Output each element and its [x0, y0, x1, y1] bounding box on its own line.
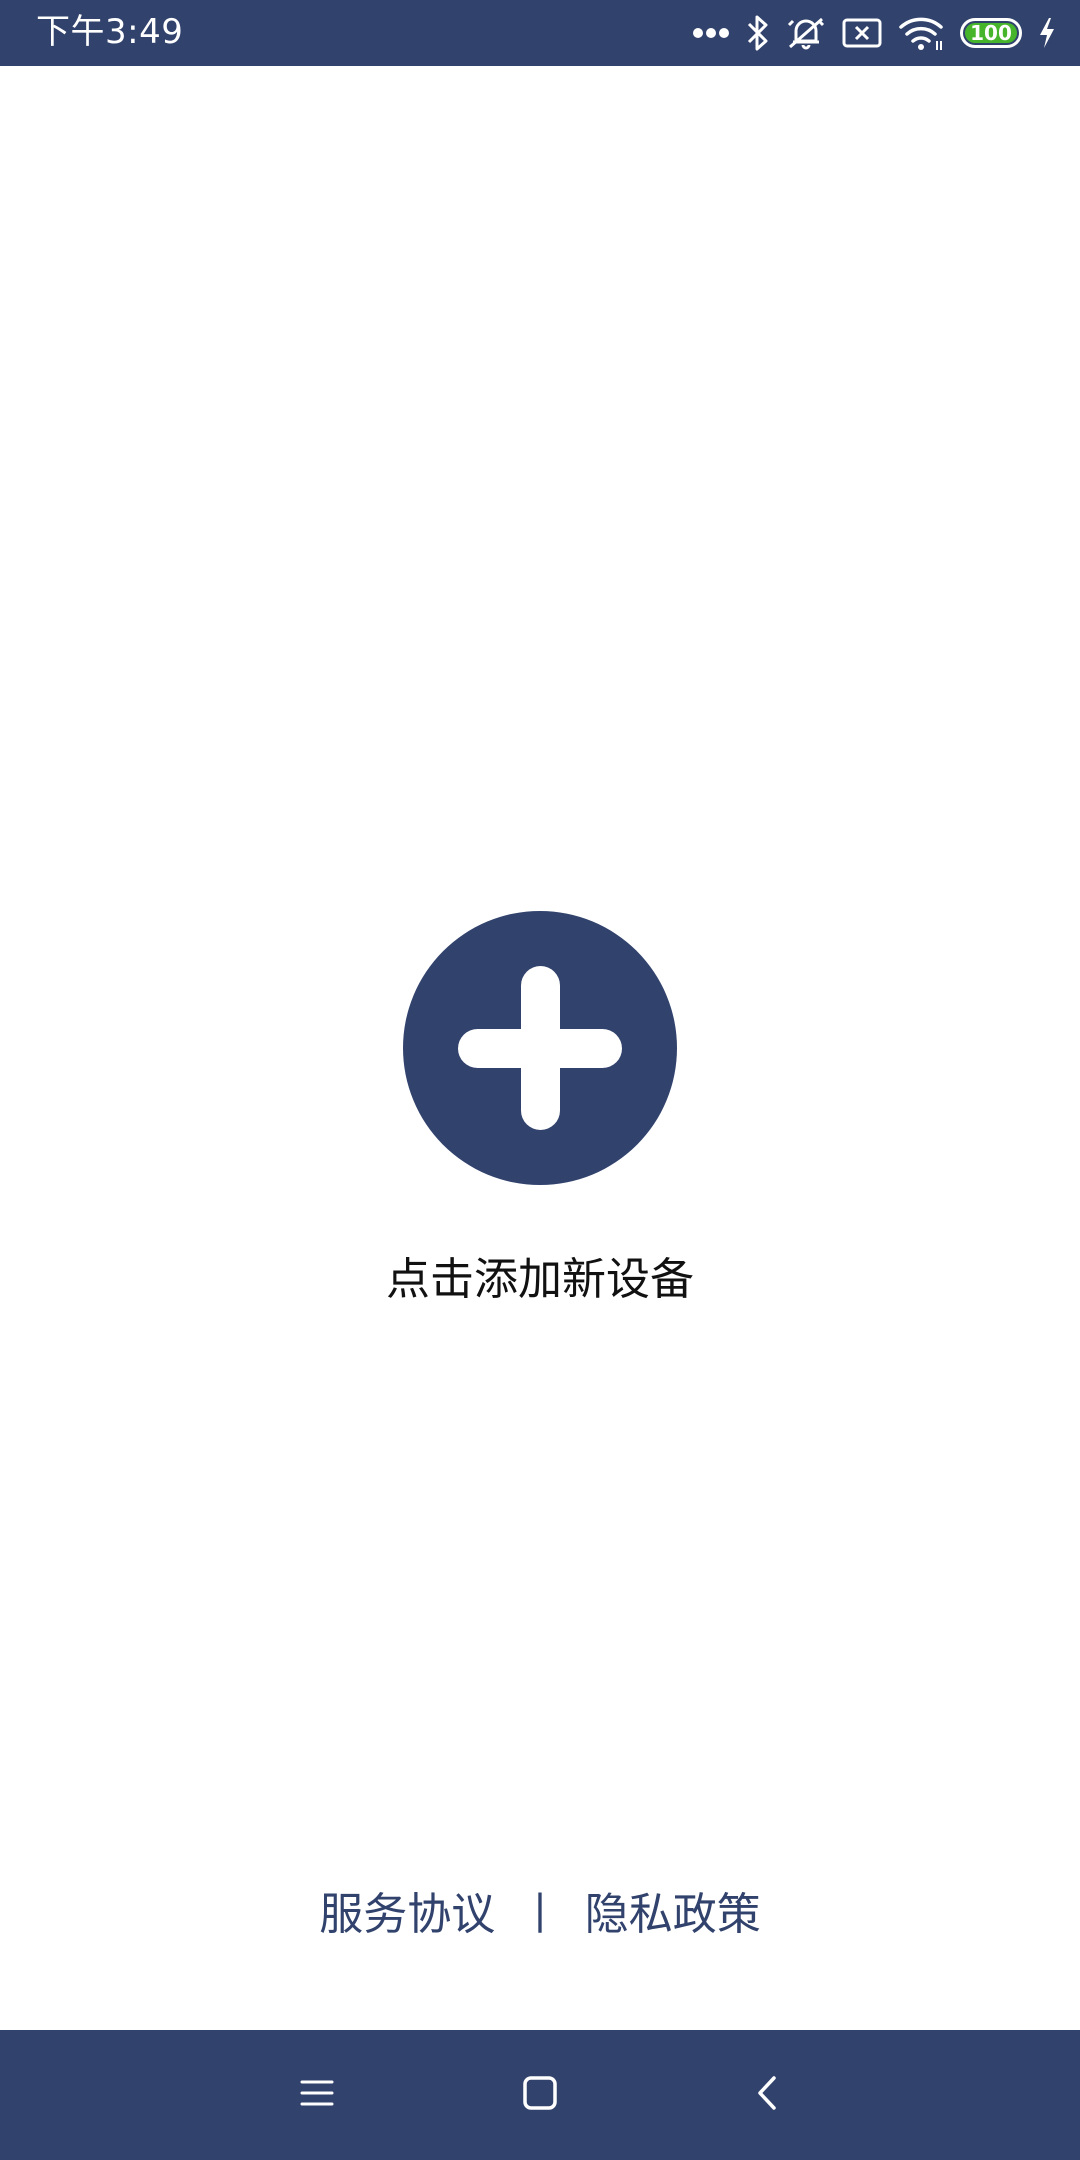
status-time: 下午3:49: [36, 12, 184, 52]
more-dots-icon: [692, 27, 730, 39]
home-icon: [522, 2075, 558, 2115]
wifi-icon: [898, 15, 944, 51]
privacy-policy-link[interactable]: 隐私政策: [585, 1878, 761, 1942]
menu-button[interactable]: [287, 2065, 347, 2125]
status-icons: 100: [692, 0, 1056, 66]
service-agreement-link[interactable]: 服务协议: [319, 1878, 495, 1942]
footer-separator: |: [533, 1887, 547, 1933]
no-sim-icon: [842, 18, 882, 48]
back-icon: [755, 2075, 779, 2115]
battery-icon: 100: [960, 18, 1022, 48]
navigation-bar: [0, 2030, 1080, 2160]
bluetooth-icon: [746, 15, 770, 51]
add-device-button[interactable]: [403, 911, 677, 1185]
footer-links: 服务协议 | 隐私政策: [0, 1878, 1080, 1942]
charging-icon: [1038, 17, 1056, 49]
status-bar: 下午3:49 100: [0, 0, 1080, 66]
add-device-label[interactable]: 点击添加新设备: [0, 1250, 1080, 1310]
battery-level: 100: [970, 21, 1012, 45]
screen: 下午3:49 100 点击添加新设备 服务协议 | 隐私政策: [0, 0, 1080, 2160]
alarm-off-icon: [786, 15, 826, 51]
back-button[interactable]: [737, 2065, 797, 2125]
plus-horizontal-bar: [458, 1029, 622, 1068]
menu-icon: [300, 2078, 334, 2112]
home-button[interactable]: [510, 2065, 570, 2125]
